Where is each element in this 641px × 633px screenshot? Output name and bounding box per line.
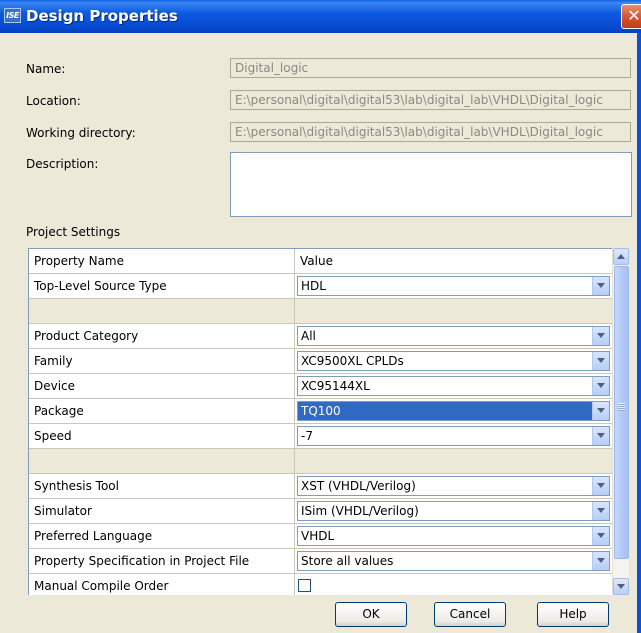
dropdown-arrow-icon[interactable] bbox=[592, 352, 609, 370]
table-row: Synthesis Tool XST (VHDL/Verilog) bbox=[29, 474, 612, 499]
location-label: Location: bbox=[26, 94, 81, 108]
description-field[interactable] bbox=[230, 152, 632, 217]
dropdown-value: XC95144XL bbox=[301, 379, 370, 393]
scroll-down-icon[interactable] bbox=[613, 578, 629, 595]
synthesis-tool-dropdown[interactable]: XST (VHDL/Verilog) bbox=[297, 476, 610, 496]
dropdown-value: Store all values bbox=[301, 554, 394, 568]
dropdown-value: XST (VHDL/Verilog) bbox=[301, 479, 416, 493]
property-name: Simulator bbox=[29, 499, 295, 523]
dropdown-arrow-icon[interactable] bbox=[592, 402, 609, 420]
dropdown-value: TQ100 bbox=[301, 404, 341, 418]
table-row: Property Specification in Project File S… bbox=[29, 549, 612, 574]
property-name: Synthesis Tool bbox=[29, 474, 295, 498]
dropdown-arrow-icon[interactable] bbox=[592, 327, 609, 345]
dropdown-arrow-icon[interactable] bbox=[592, 552, 609, 570]
close-icon[interactable]: ✕ bbox=[621, 4, 641, 29]
property-specification-dropdown[interactable]: Store all values bbox=[297, 551, 610, 571]
properties-grid: Property Name Value Top-Level Source Typ… bbox=[28, 248, 612, 595]
group-separator-row bbox=[29, 449, 612, 474]
name-field[interactable]: Digital_logic bbox=[230, 58, 631, 78]
manual-compile-order-checkbox[interactable] bbox=[298, 579, 311, 592]
dropdown-value: All bbox=[301, 329, 316, 343]
separator-value-cell bbox=[295, 449, 612, 473]
table-row: Top-Level Source Type HDL bbox=[29, 274, 612, 299]
property-name: Package bbox=[29, 399, 295, 423]
property-name: Manual Compile Order bbox=[29, 574, 295, 595]
group-separator-row bbox=[29, 299, 612, 324]
property-name: Property Specification in Project File bbox=[29, 549, 295, 573]
table-row: Family XC9500XL CPLDs bbox=[29, 349, 612, 374]
property-name: Top-Level Source Type bbox=[29, 274, 295, 298]
dropdown-value: VHDL bbox=[301, 529, 335, 543]
dropdown-arrow-icon[interactable] bbox=[592, 477, 609, 495]
separator-value-cell bbox=[295, 299, 612, 323]
working-directory-field[interactable]: E:\personal\digital\digital53\lab\digita… bbox=[230, 122, 631, 142]
location-field[interactable]: E:\personal\digital\digital53\lab\digita… bbox=[230, 90, 631, 110]
dropdown-value: -7 bbox=[301, 429, 313, 443]
property-name: Product Category bbox=[29, 324, 295, 348]
dropdown-value: XC9500XL CPLDs bbox=[301, 354, 404, 368]
top-level-source-type-dropdown[interactable]: HDL bbox=[297, 276, 610, 296]
window-title: Design Properties bbox=[26, 7, 178, 25]
property-name: Device bbox=[29, 374, 295, 398]
ise-app-icon: ISE bbox=[4, 8, 21, 23]
package-dropdown[interactable]: TQ100 bbox=[297, 401, 610, 421]
table-row: Speed -7 bbox=[29, 424, 612, 449]
working-directory-label: Working directory: bbox=[26, 126, 136, 140]
description-label: Description: bbox=[26, 157, 99, 171]
preferred-language-dropdown[interactable]: VHDL bbox=[297, 526, 610, 546]
dropdown-arrow-icon[interactable] bbox=[592, 377, 609, 395]
window-border bbox=[637, 33, 641, 633]
scroll-up-icon[interactable] bbox=[613, 248, 629, 265]
device-dropdown[interactable]: XC95144XL bbox=[297, 376, 610, 396]
header-property-name: Property Name bbox=[29, 249, 295, 273]
table-row: Simulator ISim (VHDL/Verilog) bbox=[29, 499, 612, 524]
dropdown-value: ISim (VHDL/Verilog) bbox=[301, 504, 419, 518]
scrollbar-thumb[interactable] bbox=[614, 266, 629, 559]
property-name: Preferred Language bbox=[29, 524, 295, 548]
property-name: Speed bbox=[29, 424, 295, 448]
family-dropdown[interactable]: XC9500XL CPLDs bbox=[297, 351, 610, 371]
name-label: Name: bbox=[26, 62, 66, 76]
simulator-dropdown[interactable]: ISim (VHDL/Verilog) bbox=[297, 501, 610, 521]
dropdown-value: HDL bbox=[301, 279, 326, 293]
grid-header-row: Property Name Value bbox=[29, 249, 612, 274]
cancel-button[interactable]: Cancel bbox=[434, 602, 506, 627]
table-row: Manual Compile Order bbox=[29, 574, 612, 595]
title-bar: ISE Design Properties ✕ bbox=[0, 0, 641, 33]
property-name: Family bbox=[29, 349, 295, 373]
grid-scrollbar[interactable] bbox=[612, 248, 629, 595]
product-category-dropdown[interactable]: All bbox=[297, 326, 610, 346]
header-value: Value bbox=[300, 254, 333, 268]
dropdown-arrow-icon[interactable] bbox=[592, 502, 609, 520]
project-settings-label: Project Settings bbox=[26, 225, 121, 239]
separator-name-cell bbox=[29, 299, 295, 323]
table-row: Product Category All bbox=[29, 324, 612, 349]
dropdown-arrow-icon[interactable] bbox=[592, 527, 609, 545]
dropdown-arrow-icon[interactable] bbox=[592, 277, 609, 295]
speed-dropdown[interactable]: -7 bbox=[297, 426, 610, 446]
table-row: Device XC95144XL bbox=[29, 374, 612, 399]
ok-button[interactable]: OK bbox=[335, 602, 407, 627]
help-button[interactable]: Help bbox=[537, 602, 609, 627]
thumb-grip bbox=[618, 403, 625, 411]
table-row: Package TQ100 bbox=[29, 399, 612, 424]
table-row: Preferred Language VHDL bbox=[29, 524, 612, 549]
dropdown-arrow-icon[interactable] bbox=[592, 427, 609, 445]
separator-name-cell bbox=[29, 449, 295, 473]
